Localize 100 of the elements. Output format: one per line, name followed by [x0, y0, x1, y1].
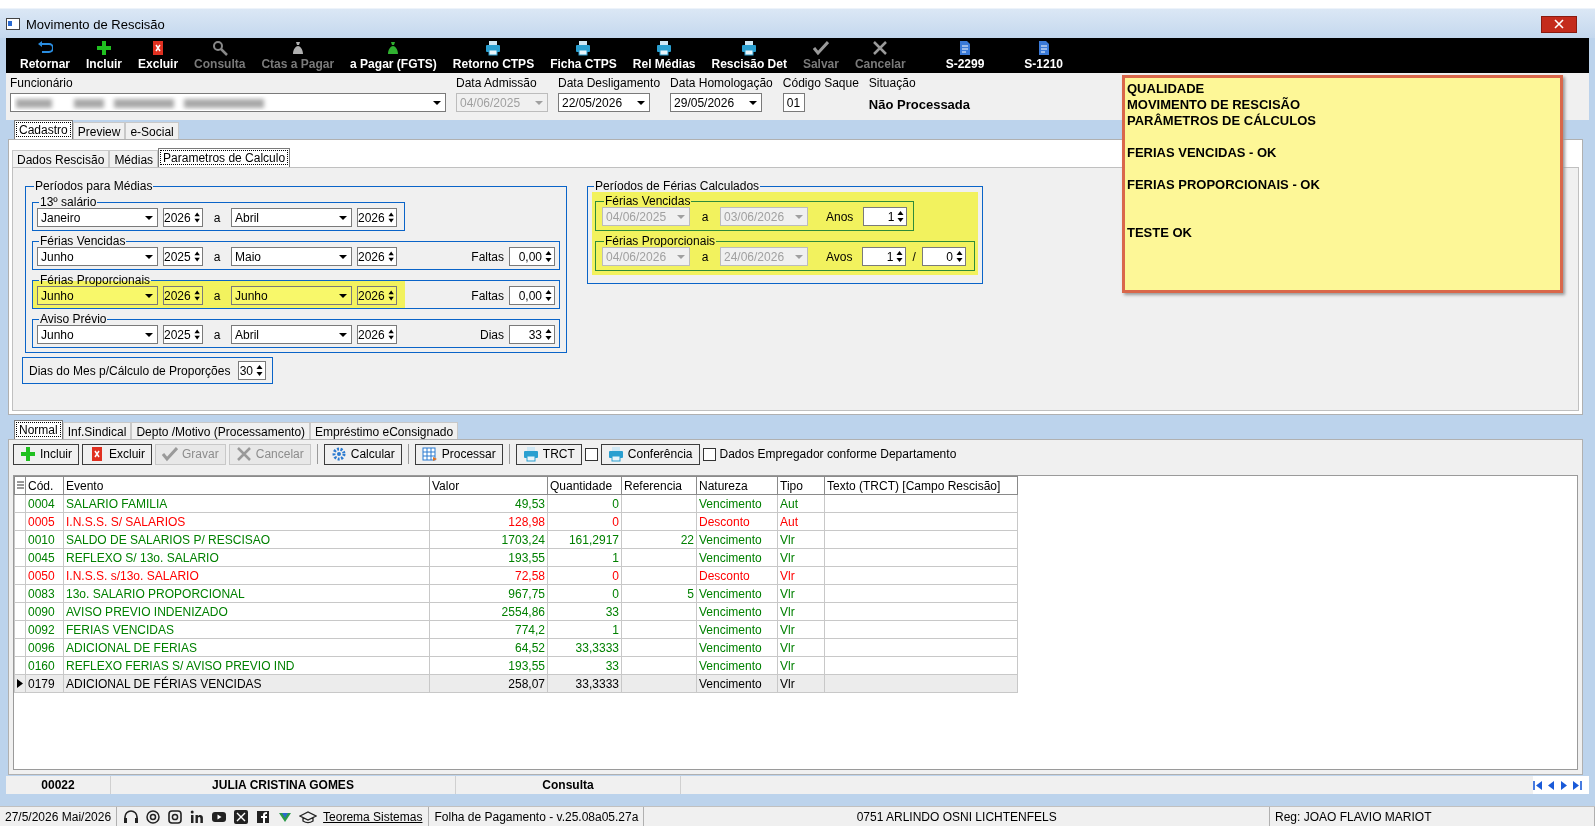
- spin-field[interactable]: 2026: [163, 208, 203, 227]
- dropdown-field[interactable]: Junho: [37, 247, 158, 266]
- x-logo-icon[interactable]: [233, 808, 250, 825]
- toolbar-button[interactable]: Rescisão Det: [705, 40, 793, 71]
- checkbox[interactable]: [584, 447, 598, 461]
- tab[interactable]: Dados Rescisão: [12, 150, 110, 167]
- action-button[interactable]: Excluir: [82, 443, 153, 465]
- company-text: 0751 ARLINDO OSNI LICHTENFELS: [644, 806, 1270, 826]
- action-button[interactable]: Incluir: [13, 443, 79, 465]
- spin-field[interactable]: 1: [863, 207, 908, 226]
- table-cell: 72,58: [429, 566, 548, 585]
- spin-field[interactable]: 2026: [357, 325, 397, 344]
- tab[interactable]: Cadastro: [14, 120, 73, 139]
- cross-icon: [872, 40, 889, 56]
- tab[interactable]: e-Social: [125, 122, 179, 139]
- close-button[interactable]: [1541, 15, 1577, 33]
- spin-field[interactable]: 2026: [357, 286, 397, 305]
- spin-field[interactable]: 30: [238, 361, 266, 380]
- field-label: Data Desligamento: [558, 76, 661, 90]
- spinner-arrows-icon: [193, 328, 200, 341]
- column-header[interactable]: Natureza: [696, 476, 778, 495]
- checkbox-label[interactable]: Dados Empregador conforme Departamento: [719, 447, 957, 461]
- spin-field[interactable]: 33: [509, 325, 555, 344]
- dropdown-field[interactable]: Janeiro: [37, 208, 158, 227]
- last-record-icon[interactable]: [1572, 779, 1583, 791]
- camera-icon[interactable]: [167, 808, 184, 825]
- dropdown-field[interactable]: Junho: [231, 286, 352, 305]
- linkedin-icon[interactable]: [189, 808, 206, 825]
- action-button[interactable]: Processar: [414, 443, 503, 465]
- toolbar-button[interactable]: Ficha CTPS: [544, 40, 623, 71]
- toolbar-button[interactable]: Excluir: [132, 40, 185, 71]
- document-icon: [957, 40, 973, 56]
- dropdown-field[interactable]: Junho: [37, 286, 158, 305]
- note-text: QUALIDADE: [1127, 81, 1206, 97]
- dropdown-field[interactable]: 29/05/2026: [670, 93, 763, 112]
- next-record-icon[interactable]: [1559, 779, 1570, 791]
- spin-field[interactable]: 2025: [163, 325, 203, 344]
- spin-field[interactable]: 2025: [163, 247, 203, 266]
- table-cell: Vlr: [777, 656, 825, 675]
- checkbox[interactable]: [702, 447, 716, 461]
- tab[interactable]: Normal: [14, 420, 63, 439]
- toolbar-button[interactable]: S-2299: [939, 40, 991, 71]
- toolbar-button[interactable]: S-1210: [1018, 40, 1070, 71]
- date-text: 27/5/2026 Mai/2026: [0, 806, 118, 826]
- dropdown-field[interactable]: [10, 93, 446, 112]
- spin-field[interactable]: 2026: [163, 286, 203, 305]
- toolbar-button[interactable]: a Pagar (FGTS): [344, 40, 443, 71]
- spin-field[interactable]: 0,00: [509, 247, 555, 266]
- spinner-arrows-icon: [897, 210, 905, 223]
- toolbar-button[interactable]: Incluir: [80, 40, 129, 71]
- tab[interactable]: Depto /Motivo (Processamento): [131, 422, 311, 439]
- column-header[interactable]: Cód.: [25, 476, 64, 495]
- spin-field[interactable]: 2026: [357, 208, 397, 227]
- tab[interactable]: Empréstimo eConsignado: [310, 422, 459, 439]
- column-header[interactable]: Texto (TRCT) [Campo Rescisão]: [824, 476, 1018, 495]
- dropdown-field[interactable]: Abril: [231, 208, 352, 227]
- table-cell: Desconto: [696, 512, 778, 531]
- table-cell: REFLEXO S/ 13o. SALARIO: [63, 548, 430, 567]
- table-cell: I.N.S.S. S/ SALARIOS: [63, 512, 430, 531]
- delete-icon: [89, 446, 105, 462]
- facebook-icon[interactable]: [255, 808, 272, 825]
- tab[interactable]: Inf.Sindical: [62, 422, 132, 439]
- previous-record-icon[interactable]: [1546, 779, 1557, 791]
- spin-field[interactable]: 0,00: [509, 286, 555, 305]
- dropdown-field[interactable]: Maio: [231, 247, 352, 266]
- column-header[interactable]: Tipo: [777, 476, 825, 495]
- toolbar-button[interactable]: Rel Médias: [626, 40, 702, 71]
- action-button[interactable]: Calcular: [323, 443, 402, 465]
- spin-field[interactable]: 0: [921, 247, 966, 266]
- dropdown-field[interactable]: 22/05/2026: [558, 93, 650, 112]
- user-text: Reg: JOAO FLAVIO MARIOT: [1270, 806, 1595, 826]
- dropdown-field[interactable]: Abril: [231, 325, 352, 344]
- table-cell: 0010: [25, 530, 64, 549]
- spin-field[interactable]: 2026: [357, 247, 397, 266]
- note-text: FERIAS PROPORCIONAIS - OK: [1127, 177, 1321, 193]
- status-text: JULIA CRISTINA GOMES: [111, 776, 456, 794]
- first-record-icon[interactable]: [1533, 779, 1544, 791]
- table-cell: Aut: [777, 494, 825, 513]
- table-cell: 967,75: [429, 584, 548, 603]
- field-label: Funcionário: [10, 76, 74, 90]
- close-icon: [1554, 19, 1564, 29]
- toolbar-button[interactable]: Retornar: [14, 40, 76, 71]
- tab[interactable]: Preview: [72, 122, 126, 139]
- tab[interactable]: Parametros de Calculo: [158, 148, 291, 167]
- at-sign-icon[interactable]: [145, 808, 162, 825]
- text-field[interactable]: 01: [782, 93, 805, 112]
- column-header[interactable]: Valor: [429, 476, 548, 495]
- column-header[interactable]: Evento: [63, 476, 430, 495]
- table-cell: 128,98: [429, 512, 548, 531]
- spin-field[interactable]: 1: [862, 247, 907, 266]
- action-button[interactable]: TRCT: [515, 443, 582, 465]
- column-header[interactable]: Referencia: [621, 476, 697, 495]
- table-cell: 0: [547, 584, 622, 603]
- dropdown-field[interactable]: Junho: [37, 325, 158, 344]
- action-button[interactable]: Conferência: [600, 443, 700, 465]
- toolbar-button[interactable]: Retorno CTPS: [446, 40, 541, 71]
- column-header[interactable]: Quantidade: [547, 476, 622, 495]
- link[interactable]: Teorema Sistemas: [323, 809, 423, 824]
- headset-icon[interactable]: [123, 808, 140, 825]
- tab[interactable]: Médias: [109, 150, 159, 167]
